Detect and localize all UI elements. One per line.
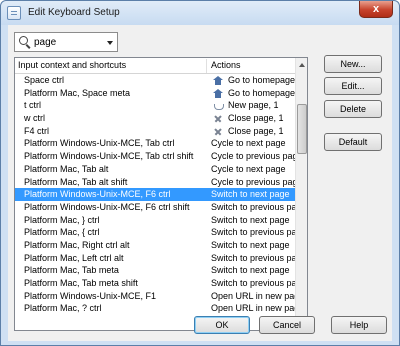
scroll-up-arrow-icon[interactable] xyxy=(299,63,305,67)
table-row[interactable]: t ctrl New page, 1 xyxy=(15,99,295,112)
action-cell: Switch to next page xyxy=(211,214,290,225)
shortcut-cell: Platform Mac, Tab alt xyxy=(24,163,109,174)
column-header-context[interactable]: Input context and shortcuts xyxy=(18,60,126,70)
table-row[interactable]: Platform Mac, { ctrl Switch to previous p… xyxy=(15,226,307,239)
table-row[interactable]: Platform Mac, Right ctrl alt Switch to ne… xyxy=(15,239,295,252)
close-icon xyxy=(213,127,223,136)
action-cell: Cycle to next page xyxy=(211,138,286,149)
table-row[interactable]: Platform Windows-Unix-MCE, F1 Open URL in… xyxy=(15,290,304,303)
action-cell: Switch to next page xyxy=(211,265,290,276)
table-row[interactable]: Platform Windows-Unix-MCE, Tab ctrl Cycle… xyxy=(15,137,295,150)
column-divider[interactable] xyxy=(206,59,207,73)
table-row[interactable]: Space ctrl Go to homepage xyxy=(15,74,295,87)
vertical-scrollbar[interactable] xyxy=(295,58,307,330)
close-icon xyxy=(213,114,223,123)
shortcut-cell: Space ctrl xyxy=(24,75,65,85)
action-cell: Switch to next page xyxy=(211,189,290,200)
table-row[interactable]: Platform Mac, ? ctrl Open URL in new page xyxy=(15,302,304,315)
scrollbar-thumb[interactable] xyxy=(297,104,307,154)
action-cell: Go to homepage xyxy=(228,87,296,98)
table-row[interactable]: Platform Mac, Left ctrl alt Switch to pre… xyxy=(15,252,307,265)
action-cell: Switch to previous page xyxy=(211,227,307,238)
ok-button[interactable]: OK xyxy=(194,316,250,334)
new-page-icon xyxy=(213,101,224,111)
shortcut-cell: Platform Mac, ? ctrl xyxy=(24,303,102,314)
shortcut-cell: Platform Mac, Tab meta shift xyxy=(24,278,138,288)
column-header-actions[interactable]: Actions xyxy=(211,60,241,70)
action-cell: Cycle to previous page xyxy=(211,151,303,162)
chevron-down-icon[interactable] xyxy=(107,41,113,45)
action-cell: Cycle to previous page xyxy=(211,176,303,187)
title-bar[interactable]: Edit Keyboard Setup x xyxy=(1,1,399,25)
action-cell: Close page, 1 xyxy=(228,113,284,124)
table-row[interactable]: F4 ctrl Close page, 1 xyxy=(15,125,295,138)
shortcut-cell: Platform Mac, { ctrl xyxy=(24,227,100,238)
shortcut-cell: F4 ctrl xyxy=(24,125,50,136)
shortcut-cell: Platform Mac, Tab alt shift xyxy=(24,176,128,187)
table-row[interactable]: w ctrl Close page, 1 xyxy=(15,112,295,125)
search-combobox[interactable]: page xyxy=(14,32,118,52)
shortcut-cell: Platform Windows-Unix-MCE, Tab ctrl xyxy=(24,138,175,149)
help-button[interactable]: Help xyxy=(331,316,387,334)
delete-button[interactable]: Delete xyxy=(324,100,382,118)
table-row[interactable]: Platform Mac, Tab meta Switch to next pag… xyxy=(15,264,295,277)
shortcut-cell: w ctrl xyxy=(24,113,45,124)
action-cell: Switch to previous page xyxy=(211,201,307,212)
action-cell: Switch to next page xyxy=(211,239,290,250)
action-cell: New page, 1 xyxy=(228,100,279,111)
new-button[interactable]: New... xyxy=(324,55,382,73)
shortcuts-table: Input context and shortcuts Actions Spac… xyxy=(14,57,308,331)
search-input[interactable]: page xyxy=(34,37,56,48)
default-button[interactable]: Default xyxy=(324,133,382,151)
shortcut-cell: t ctrl xyxy=(24,100,41,111)
shortcut-cell: Platform Windows-Unix-MCE, F1 xyxy=(24,290,157,301)
keyboard-setup-icon xyxy=(7,6,21,20)
shortcut-cell: Platform Mac, Left ctrl alt xyxy=(24,252,124,263)
action-cell: Open URL in new page xyxy=(211,290,305,301)
table-row[interactable]: Platform Mac, Tab alt shift Cycle to prev… xyxy=(15,176,303,189)
edit-keyboard-setup-dialog: Edit Keyboard Setup x page Input context… xyxy=(0,0,400,346)
action-cell: Open URL in new page xyxy=(211,303,305,314)
dialog-body: page Input context and shortcuts Actions… xyxy=(8,25,392,341)
action-cell: Cycle to next page xyxy=(211,163,286,174)
table-row[interactable]: Platform Windows-Unix-MCE, F6 ctrl shift… xyxy=(15,201,307,214)
shortcut-cell: Platform Windows-Unix-MCE, Tab ctrl shif… xyxy=(24,151,194,162)
shortcut-cell: Platform Windows-Unix-MCE, F6 ctrl xyxy=(24,189,171,200)
table-row[interactable]: Platform Mac, Space meta Go to homepage xyxy=(15,87,295,100)
action-cell: Go to homepage xyxy=(228,75,296,85)
search-icon xyxy=(19,36,28,45)
table-row[interactable]: Platform Windows-Unix-MCE, Tab ctrl shif… xyxy=(15,150,303,163)
action-cell: Switch to previous page xyxy=(211,278,307,288)
shortcut-cell: Platform Mac, Space meta xyxy=(24,87,131,98)
table-row[interactable]: Platform Mac, } ctrl Switch to next page xyxy=(15,214,295,227)
shortcut-cell: Platform Mac, Tab meta xyxy=(24,265,119,276)
table-row[interactable]: Platform Windows-Unix-MCE, F6 ctrl Switch… xyxy=(15,188,295,201)
shortcut-cell: Platform Windows-Unix-MCE, F6 ctrl shift xyxy=(24,201,190,212)
action-cell: Switch to previous page xyxy=(211,252,307,263)
action-cell: Close page, 1 xyxy=(228,125,284,136)
table-row[interactable]: Platform Mac, Tab alt Cycle to next page xyxy=(15,163,295,176)
home-icon xyxy=(213,76,223,85)
edit-button[interactable]: Edit... xyxy=(324,77,382,95)
table-body: Space ctrl Go to homepage Platform Mac, Sp… xyxy=(15,74,307,315)
table-header: Input context and shortcuts Actions xyxy=(15,58,295,74)
close-button[interactable]: x xyxy=(359,1,393,18)
shortcut-cell: Platform Mac, Right ctrl alt xyxy=(24,239,130,250)
cancel-button[interactable]: Cancel xyxy=(259,316,315,334)
shortcut-cell: Platform Mac, } ctrl xyxy=(24,214,100,225)
window-title: Edit Keyboard Setup xyxy=(28,7,120,18)
home-icon xyxy=(213,88,223,98)
table-row[interactable]: Platform Mac, Tab meta shift Switch to pr… xyxy=(15,277,307,290)
